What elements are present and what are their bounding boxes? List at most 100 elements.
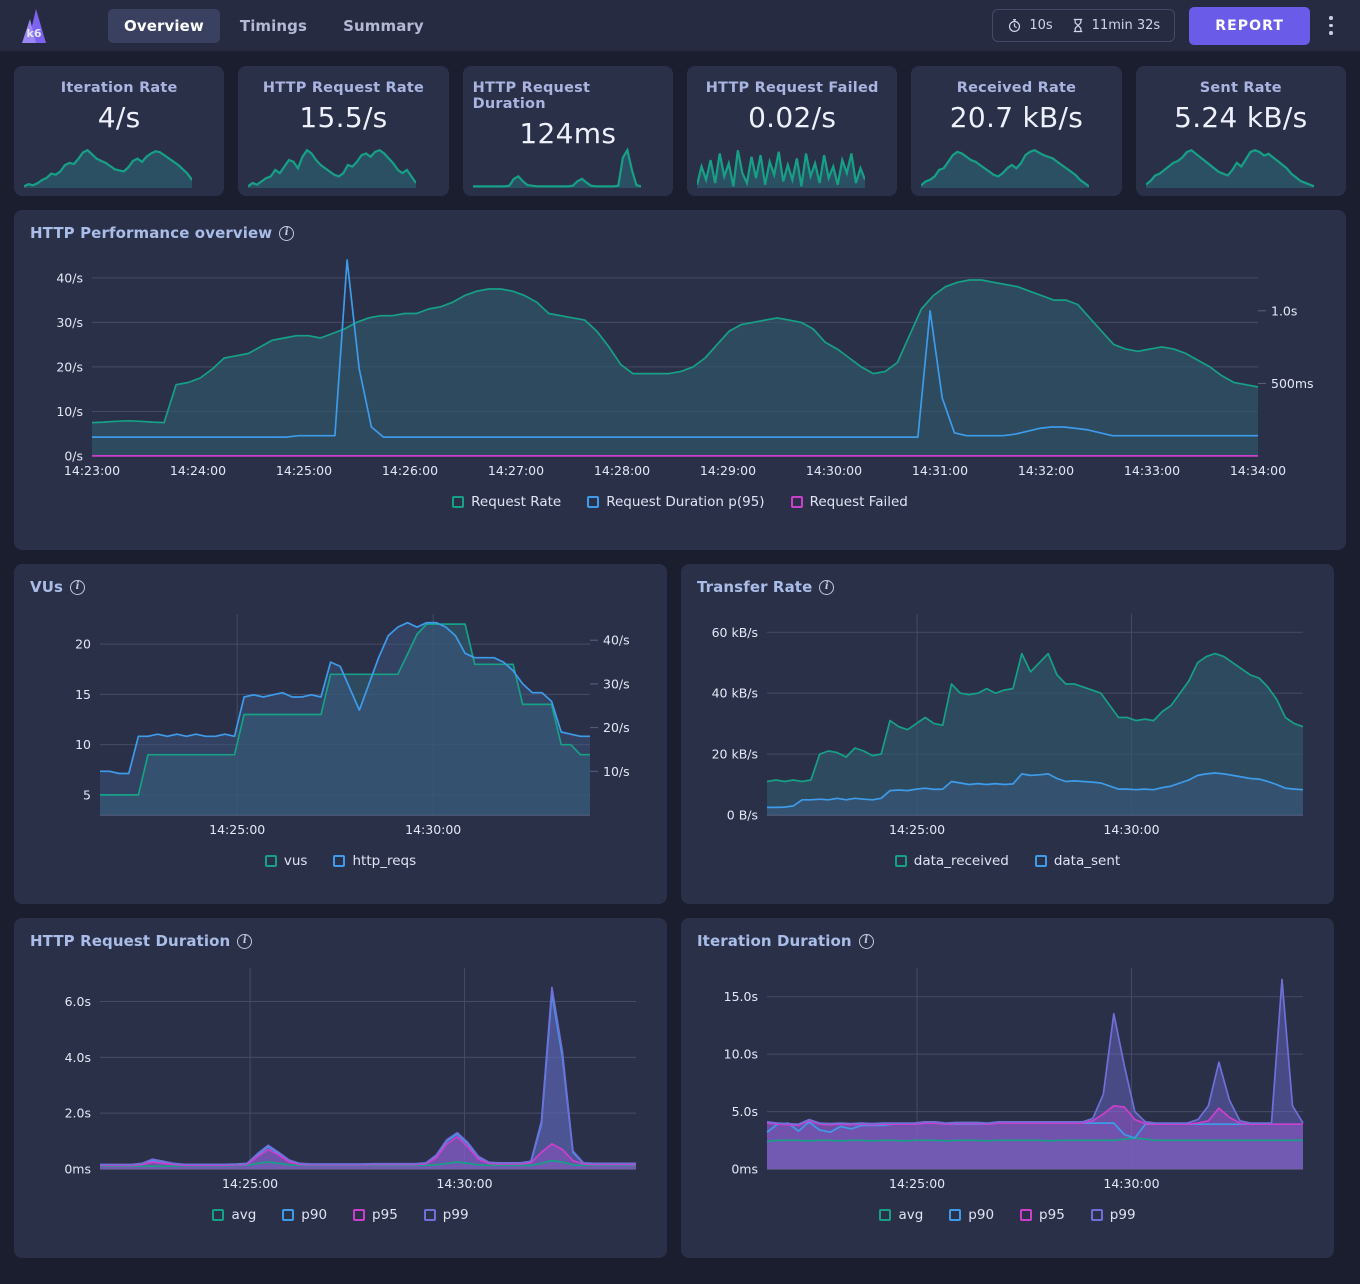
middle-panel-row: VUs i 5 10 15 20 10/s 20/s 30/s 40/s 14:25:00 14:…: [14, 564, 1346, 904]
legend-label: p99: [442, 1207, 469, 1223]
stat-value: 0.02/s: [748, 101, 837, 134]
legend-item[interactable]: Request Duration p(95): [587, 494, 765, 510]
panel-title-text: HTTP Request Duration: [30, 932, 231, 950]
svg-text:14:28:00: 14:28:00: [594, 463, 650, 478]
stat-value: 20.7 kB/s: [949, 101, 1084, 134]
svg-text:15.0s: 15.0s: [724, 989, 758, 1004]
svg-text:14:32:00: 14:32:00: [1018, 463, 1074, 478]
legend-item[interactable]: p99: [423, 1207, 469, 1223]
stat-card-received-rate: Received Rate 20.7 kB/s: [911, 66, 1122, 196]
info-icon[interactable]: i: [237, 933, 253, 949]
svg-text:14:27:00: 14:27:00: [488, 463, 544, 478]
info-icon[interactable]: i: [279, 225, 295, 241]
chart-transfer-rate[interactable]: 0 B/s 20 kB/s 40 kB/s 60 kB/s 14:25:00 14:30:…: [697, 600, 1317, 845]
legend-item[interactable]: vus: [264, 853, 308, 869]
chart-iteration-duration[interactable]: 0ms 5.0s 10.0s 15.0s 14:25:00 14:30:00: [697, 954, 1317, 1199]
svg-text:14:30:00: 14:30:00: [436, 1176, 492, 1191]
legend-swatch: [353, 1209, 366, 1221]
panel-title-text: HTTP Performance overview: [30, 224, 273, 242]
legend-swatch: [282, 1209, 295, 1221]
svg-text:40/s: 40/s: [603, 633, 630, 648]
legend-swatch: [949, 1209, 962, 1221]
svg-text:20/s: 20/s: [603, 720, 630, 735]
chart-http-request-duration[interactable]: 0ms 2.0s 4.0s 6.0s 14:25:00 14:30:00: [30, 954, 650, 1199]
sparkline-received-rate: [921, 146, 1090, 188]
sparkline-http-request-rate: [248, 146, 417, 188]
tab-timings[interactable]: Timings: [224, 9, 323, 43]
legend-swatch: [452, 496, 465, 508]
panel-title: Transfer Rate i: [697, 578, 1318, 596]
svg-text:14:25:00: 14:25:00: [222, 1176, 278, 1191]
legend-item[interactable]: Request Failed: [790, 494, 908, 510]
legend-item[interactable]: avg: [212, 1207, 256, 1223]
legend-label: p90: [968, 1207, 995, 1223]
k6-logo: k6: [12, 7, 56, 45]
svg-text:1.0s: 1.0s: [1271, 303, 1297, 318]
legend-item[interactable]: p90: [282, 1207, 327, 1223]
legend-label: p99: [1109, 1207, 1136, 1223]
svg-text:14:34:00: 14:34:00: [1230, 463, 1286, 478]
refresh-interval-label: 10s: [1029, 18, 1053, 33]
svg-text:20 kB/s: 20 kB/s: [712, 747, 758, 762]
legend-item[interactable]: http_reqs: [333, 853, 416, 869]
legend-item[interactable]: p95: [1020, 1207, 1065, 1223]
legend-label: avg: [231, 1207, 257, 1223]
chart-http-performance[interactable]: 0/s 10/s 20/s 30/s 40/s 500ms 1.0s 14:23:00 14:2…: [30, 246, 1330, 486]
legend-item[interactable]: Request Rate: [452, 494, 561, 510]
stat-title: HTTP Request Failed: [705, 80, 879, 96]
legend-swatch: [1034, 855, 1047, 867]
legend-swatch: [264, 855, 277, 867]
refresh-interval: 10s: [1007, 18, 1053, 33]
svg-text:30/s: 30/s: [603, 676, 630, 691]
chart-vus[interactable]: 5 10 15 20 10/s 20/s 30/s 40/s 14:25:00 14:30:00: [30, 600, 650, 845]
legend-vus: vus http_reqs: [30, 853, 651, 869]
sparkline-iteration-rate: [24, 146, 192, 188]
legend-swatch: [587, 496, 600, 508]
svg-text:14:29:00: 14:29:00: [700, 463, 756, 478]
legend-item[interactable]: p90: [949, 1207, 994, 1223]
tab-overview[interactable]: Overview: [108, 8, 220, 43]
kebab-menu-icon[interactable]: [1316, 9, 1346, 43]
legend-item[interactable]: avg: [879, 1207, 923, 1223]
legend-label: Request Rate: [471, 494, 562, 510]
svg-text:10/s: 10/s: [56, 404, 83, 419]
time-info-chip[interactable]: 10s 11min 32s: [992, 9, 1176, 42]
legend-swatch: [1090, 1209, 1103, 1221]
legend-item[interactable]: data_sent: [1034, 853, 1120, 869]
dashboard-body: Iteration Rate 4/s HTTP Request Rate 15.…: [0, 52, 1360, 1272]
info-icon[interactable]: i: [819, 579, 835, 595]
legend-label: Request Failed: [809, 494, 908, 510]
svg-text:14:25:00: 14:25:00: [889, 822, 945, 837]
legend-swatch: [333, 855, 346, 867]
sparkline-sent-rate: [1145, 146, 1314, 188]
legend-item[interactable]: p99: [1090, 1207, 1136, 1223]
legend-label: http_reqs: [352, 853, 417, 869]
svg-text:14:25:00: 14:25:00: [889, 1176, 945, 1191]
panel-http-request-duration: HTTP Request Duration i 0ms 2.0s 4.0s 6.0s 1…: [14, 918, 667, 1258]
info-icon[interactable]: i: [70, 579, 86, 595]
report-button[interactable]: REPORT: [1189, 6, 1310, 45]
stopwatch-icon: [1009, 19, 1021, 33]
legend-label: p95: [1039, 1207, 1065, 1223]
tab-summary[interactable]: Summary: [327, 9, 440, 43]
legend-item[interactable]: p95: [353, 1207, 398, 1223]
legend-label: vus: [283, 853, 308, 869]
panel-title: Iteration Duration i: [697, 932, 1318, 950]
info-icon[interactable]: i: [858, 933, 874, 949]
svg-text:14:26:00: 14:26:00: [382, 463, 438, 478]
elapsed-time: 11min 32s: [1071, 18, 1161, 33]
svg-text:500ms: 500ms: [1271, 376, 1314, 391]
stat-title: HTTP Request Rate: [262, 80, 425, 96]
legend-iteration-duration: avg p90 p95 p99: [697, 1207, 1318, 1223]
svg-text:14:30:00: 14:30:00: [1103, 1176, 1159, 1191]
legend-item[interactable]: data_received: [894, 853, 1009, 869]
svg-text:14:25:00: 14:25:00: [276, 463, 332, 478]
svg-text:0 B/s: 0 B/s: [727, 808, 758, 823]
svg-text:0ms: 0ms: [64, 1162, 91, 1177]
panel-title: VUs i: [30, 578, 651, 596]
panel-title-text: Transfer Rate: [697, 578, 813, 596]
svg-text:20: 20: [75, 637, 91, 652]
sparkline-http-request-failed: [696, 146, 865, 188]
legend-label: avg: [898, 1207, 924, 1223]
elapsed-time-label: 11min 32s: [1091, 18, 1161, 33]
